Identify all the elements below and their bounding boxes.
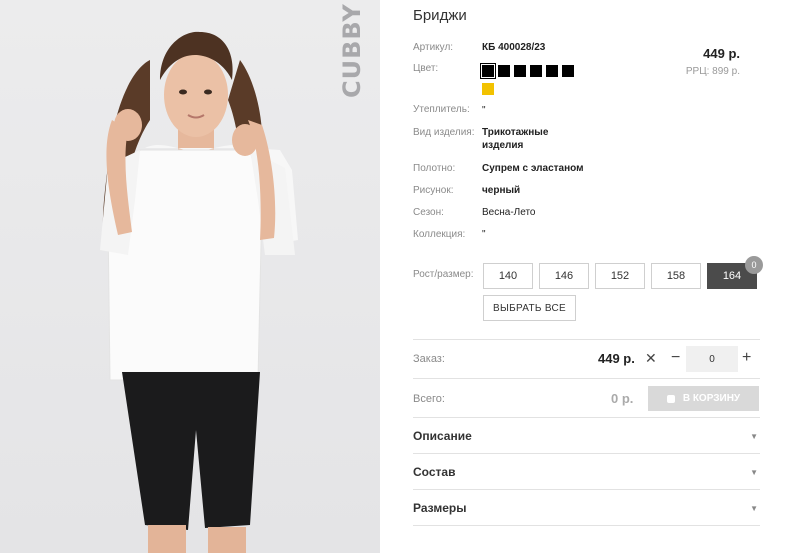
size-option-158[interactable]: 158 bbox=[651, 263, 701, 289]
color-swatches bbox=[480, 63, 592, 101]
divider bbox=[413, 339, 760, 340]
total-price: 0 р. bbox=[611, 391, 634, 406]
add-to-cart-label: В КОРЗИНУ bbox=[682, 393, 741, 404]
accordion-title: Размеры bbox=[413, 501, 467, 515]
brand-watermark: CUBBY bbox=[338, 3, 366, 98]
chevron-down-icon: ▼ bbox=[750, 503, 758, 513]
accordion-description[interactable]: Описание ▼ bbox=[413, 418, 760, 454]
article-value: КБ 400028/23 bbox=[482, 42, 546, 53]
size-selector: 140 146 152 158 164 bbox=[483, 263, 757, 289]
fabric-value: Супрем с эластаном bbox=[482, 163, 584, 174]
pattern-value: черный bbox=[482, 185, 521, 196]
article-label: Артикул: bbox=[413, 42, 454, 53]
collection-value: " bbox=[482, 229, 486, 240]
collection-label: Коллекция: bbox=[413, 229, 466, 240]
accordion-sizes[interactable]: Размеры ▼ bbox=[413, 490, 760, 526]
size-option-146[interactable]: 146 bbox=[539, 263, 589, 289]
model-illustration bbox=[100, 31, 298, 553]
rrp-price: РРЦ: 899 р. bbox=[685, 66, 740, 77]
chevron-down-icon: ▼ bbox=[750, 431, 758, 441]
insulation-value: " bbox=[482, 105, 486, 116]
color-label: Цвет: bbox=[413, 63, 439, 74]
fabric-label: Полотно: bbox=[413, 163, 456, 174]
decrement-button[interactable]: − bbox=[671, 349, 680, 367]
product-photo[interactable]: CUBBY bbox=[0, 0, 380, 553]
divider bbox=[413, 525, 760, 526]
pattern-label: Рисунок: bbox=[413, 185, 454, 196]
total-label: Всего: bbox=[413, 393, 445, 405]
type-value: Трикотажные изделия bbox=[482, 127, 549, 151]
product-price: 449 р. bbox=[703, 46, 740, 61]
color-swatch[interactable] bbox=[514, 65, 526, 77]
color-swatch-yellow[interactable] bbox=[482, 83, 494, 95]
color-swatch[interactable] bbox=[530, 65, 542, 77]
color-swatch[interactable] bbox=[546, 65, 558, 77]
order-price: 449 р. bbox=[598, 351, 635, 366]
accordion-title: Состав bbox=[413, 465, 456, 479]
season-label: Сезон: bbox=[413, 207, 444, 218]
color-swatch[interactable] bbox=[498, 65, 510, 77]
cart-icon bbox=[666, 394, 675, 403]
divider bbox=[413, 378, 760, 379]
add-to-cart-button[interactable]: В КОРЗИНУ bbox=[648, 386, 759, 411]
product-title: Бриджи bbox=[413, 7, 467, 24]
color-swatch[interactable] bbox=[562, 65, 574, 77]
size-option-140[interactable]: 140 bbox=[483, 263, 533, 289]
color-swatch-black-selected[interactable] bbox=[480, 63, 496, 79]
chevron-down-icon: ▼ bbox=[750, 467, 758, 477]
type-label: Вид изделия: bbox=[413, 127, 475, 138]
clear-order-icon[interactable]: ✕ bbox=[645, 350, 657, 367]
size-count-badge: 0 bbox=[745, 256, 763, 274]
accordion-title: Описание bbox=[413, 429, 472, 443]
season-value: Весна-Лето bbox=[482, 207, 536, 218]
quantity-input[interactable] bbox=[686, 346, 738, 372]
insulation-label: Утеплитель: bbox=[413, 104, 470, 115]
accordion-composition[interactable]: Состав ▼ bbox=[413, 454, 760, 490]
order-label: Заказ: bbox=[413, 353, 445, 365]
select-all-button[interactable]: ВЫБРАТЬ ВСЕ bbox=[483, 295, 576, 321]
size-option-152[interactable]: 152 bbox=[595, 263, 645, 289]
increment-button[interactable]: + bbox=[742, 349, 751, 367]
size-label: Рост/размер: bbox=[413, 269, 474, 280]
